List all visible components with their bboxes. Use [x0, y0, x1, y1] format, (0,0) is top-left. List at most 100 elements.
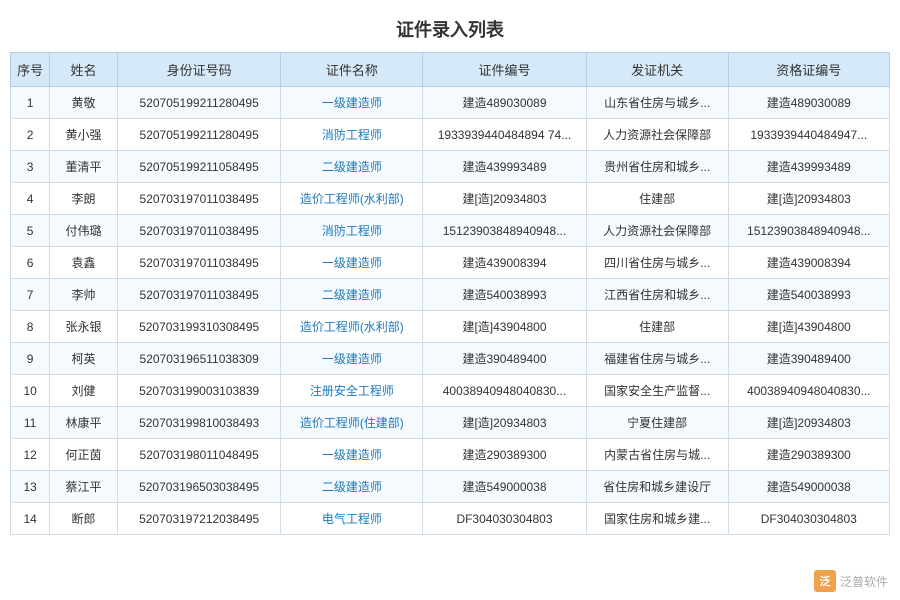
table-row: 11林康平520703199810038493造价工程师(住建部)建[造]209… — [11, 407, 890, 439]
table-cell-name: 蔡江平 — [50, 471, 118, 503]
table-cell-org: 人力资源社会保障部 — [586, 215, 728, 247]
table-cell-certno: 建造540038993 — [423, 279, 587, 311]
table-cell-certname[interactable]: 造价工程师(水利部) — [281, 183, 423, 215]
table-cell-certname[interactable]: 消防工程师 — [281, 215, 423, 247]
table-cell-name: 何正茵 — [50, 439, 118, 471]
table-cell-certname[interactable]: 二级建造师 — [281, 471, 423, 503]
table-cell-seq: 12 — [11, 439, 50, 471]
table-cell-idno: 520705199211280495 — [117, 119, 281, 151]
table-cell-idno: 520703197011038495 — [117, 279, 281, 311]
table-row: 1黄敬520705199211280495一级建造师建造489030089山东省… — [11, 87, 890, 119]
table-cell-qualino: 建造540038993 — [728, 279, 889, 311]
table-row: 14断郎520703197212038495电气工程师DF30403030480… — [11, 503, 890, 535]
table-cell-certname[interactable]: 二级建造师 — [281, 279, 423, 311]
table-cell-qualino: 建造290389300 — [728, 439, 889, 471]
table-row: 10刘健520703199003103839注册安全工程师40038940948… — [11, 375, 890, 407]
table-row: 2黄小强520705199211280495消防工程师 1933939440484… — [11, 119, 890, 151]
table-row: 5付伟璐520703197011038495消防工程师1512390384894… — [11, 215, 890, 247]
table-cell-name: 袁鑫 — [50, 247, 118, 279]
table-header-cell: 序号 — [11, 53, 50, 87]
table-cell-org: 人力资源社会保障部 — [586, 119, 728, 151]
table-cell-seq: 3 — [11, 151, 50, 183]
table-cell-certname[interactable]: 电气工程师 — [281, 503, 423, 535]
table-cell-certname[interactable]: 一级建造师 — [281, 343, 423, 375]
table-cell-seq: 6 — [11, 247, 50, 279]
table-cell-certno: 建造290389300 — [423, 439, 587, 471]
table-cell-seq: 2 — [11, 119, 50, 151]
table-cell-certno: 建[造]43904800 — [423, 311, 587, 343]
table-cell-org: 贵州省住房和城乡... — [586, 151, 728, 183]
page-title: 证件录入列表 — [0, 0, 900, 52]
table-header-cell: 身份证号码 — [117, 53, 281, 87]
table-cell-name: 付伟璐 — [50, 215, 118, 247]
table-row: 13蔡江平520703196503038495二级建造师建造549000038省… — [11, 471, 890, 503]
table-cell-idno: 520703196511038309 — [117, 343, 281, 375]
table-cell-idno: 520703199810038493 — [117, 407, 281, 439]
table-cell-seq: 10 — [11, 375, 50, 407]
table-cell-idno: 520703197011038495 — [117, 183, 281, 215]
table-cell-name: 黄敬 — [50, 87, 118, 119]
table-cell-name: 柯英 — [50, 343, 118, 375]
table-cell-org: 国家安全生产监督... — [586, 375, 728, 407]
table-cell-certname[interactable]: 一级建造师 — [281, 439, 423, 471]
table-row: 4李朗520703197011038495造价工程师(水利部)建[造]20934… — [11, 183, 890, 215]
table-cell-seq: 1 — [11, 87, 50, 119]
table-cell-certno: 40038940948040830... — [423, 375, 587, 407]
table-cell-qualino: 1933939440484947... — [728, 119, 889, 151]
table-cell-name: 李帅 — [50, 279, 118, 311]
table-cell-name: 张永银 — [50, 311, 118, 343]
table-cell-certno: 建造549000038 — [423, 471, 587, 503]
table-row: 7李帅520703197011038495二级建造师建造540038993江西省… — [11, 279, 890, 311]
table-cell-certno: 建造439008394 — [423, 247, 587, 279]
table-cell-org: 四川省住房与城乡... — [586, 247, 728, 279]
table-cell-seq: 14 — [11, 503, 50, 535]
table-header-row: 序号姓名身份证号码证件名称证件编号发证机关资格证编号 — [11, 53, 890, 87]
table-cell-name: 林康平 — [50, 407, 118, 439]
table-cell-org: 江西省住房和城乡... — [586, 279, 728, 311]
table-cell-certno: 15123903848940948... — [423, 215, 587, 247]
table-cell-certno: DF304030304803 — [423, 503, 587, 535]
table-cell-certname[interactable]: 造价工程师(水利部) — [281, 311, 423, 343]
table-cell-idno: 520703199310308495 — [117, 311, 281, 343]
table-cell-idno: 520703197011038495 — [117, 247, 281, 279]
table-cell-certname[interactable]: 注册安全工程师 — [281, 375, 423, 407]
table-cell-org: 宁夏住建部 — [586, 407, 728, 439]
table-header-cell: 发证机关 — [586, 53, 728, 87]
table-cell-idno: 520703196503038495 — [117, 471, 281, 503]
table-cell-seq: 8 — [11, 311, 50, 343]
table-row: 12何正茵520703198011048495一级建造师建造290389300内… — [11, 439, 890, 471]
table-cell-qualino: 建造489030089 — [728, 87, 889, 119]
table-cell-certname[interactable]: 造价工程师(住建部) — [281, 407, 423, 439]
table-cell-qualino: 40038940948040830... — [728, 375, 889, 407]
table-cell-qualino: 建[造]20934803 — [728, 183, 889, 215]
table-cell-certname[interactable]: 一级建造师 — [281, 87, 423, 119]
table-cell-certname[interactable]: 一级建造师 — [281, 247, 423, 279]
table-cell-certno: 建造439993489 — [423, 151, 587, 183]
table-header-cell: 资格证编号 — [728, 53, 889, 87]
table-cell-org: 省住房和城乡建设厅 — [586, 471, 728, 503]
table-cell-idno: 520705199211280495 — [117, 87, 281, 119]
table-cell-idno: 520703198011048495 — [117, 439, 281, 471]
table-cell-qualino: 建造390489400 — [728, 343, 889, 375]
table-cell-name: 黄小强 — [50, 119, 118, 151]
table-cell-certname[interactable]: 消防工程师 — [281, 119, 423, 151]
table-row: 8张永银520703199310308495造价工程师(水利部)建[造]4390… — [11, 311, 890, 343]
watermark-logo: 泛 — [814, 570, 836, 592]
table-cell-name: 董清平 — [50, 151, 118, 183]
table-cell-org: 国家住房和城乡建... — [586, 503, 728, 535]
table-container: 序号姓名身份证号码证件名称证件编号发证机关资格证编号 1黄敬5207051992… — [0, 52, 900, 545]
watermark: 泛 泛普软件 — [814, 570, 888, 592]
table-cell-seq: 5 — [11, 215, 50, 247]
table-cell-name: 断郎 — [50, 503, 118, 535]
table-header-cell: 证件编号 — [423, 53, 587, 87]
table-header-cell: 姓名 — [50, 53, 118, 87]
table-cell-qualino: DF304030304803 — [728, 503, 889, 535]
table-header-cell: 证件名称 — [281, 53, 423, 87]
table-cell-certno: 建[造]20934803 — [423, 407, 587, 439]
table-cell-certno: 建造489030089 — [423, 87, 587, 119]
table-cell-certname[interactable]: 二级建造师 — [281, 151, 423, 183]
table-row: 6袁鑫520703197011038495一级建造师建造439008394四川省… — [11, 247, 890, 279]
table-cell-qualino: 建造439008394 — [728, 247, 889, 279]
table-cell-idno: 520705199211058495 — [117, 151, 281, 183]
table-cell-org: 福建省住房与城乡... — [586, 343, 728, 375]
